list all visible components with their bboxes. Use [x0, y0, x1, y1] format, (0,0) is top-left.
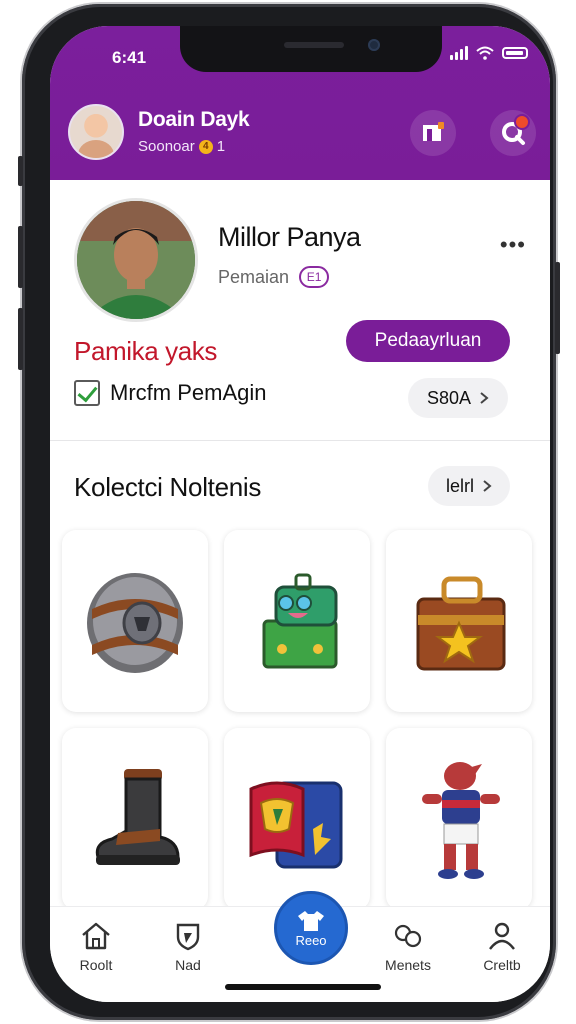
tab-home-label: Roolt [79, 957, 113, 973]
highlight-title: Pamika yaks [74, 336, 217, 366]
see-all-button[interactable]: lelrl [428, 466, 510, 506]
tab-profile[interactable]: Creltb [462, 921, 542, 973]
collection-item-card[interactable] [386, 728, 532, 910]
front-camera [368, 39, 380, 51]
metal-shield-icon [87, 573, 183, 673]
star-chest-icon [416, 576, 506, 671]
home-icon [82, 922, 110, 950]
player-portrait [77, 201, 195, 319]
tab-center-label: Reeo [295, 932, 327, 948]
side-pill-button[interactable]: S80A [408, 378, 508, 418]
signal-icon [450, 46, 468, 60]
tab-badge-label: Nad [175, 957, 201, 973]
chat-icon [394, 924, 422, 948]
tab-center-fab[interactable]: Reeo [274, 891, 348, 965]
checkbox-label: Mrcfm PemAgin [110, 380, 267, 405]
collection-title: Kolectci Noltenis [74, 472, 262, 502]
boot-icon [95, 769, 180, 865]
notification-dot [514, 114, 530, 130]
header-user-sub: Soonoar 4 1 [138, 138, 225, 155]
tab-messages-label: Menets [385, 957, 431, 973]
tab-messages[interactable]: Menets [368, 921, 448, 973]
search-button[interactable] [490, 110, 536, 156]
flag-icon [423, 122, 444, 141]
jersey-pack-icon [249, 781, 343, 869]
collection-item-card[interactable] [386, 530, 532, 712]
tab-home[interactable]: Roolt [56, 921, 136, 973]
collection-item-card[interactable] [224, 728, 370, 910]
profile-icon [489, 922, 515, 950]
chevron-right-icon [480, 392, 489, 404]
wifi-icon [476, 46, 494, 60]
side-pill-label: S80A [426, 387, 472, 408]
role-badge: E1 [299, 266, 330, 288]
power-button [555, 262, 560, 354]
robot-box-icon [262, 573, 338, 669]
shirt-icon [298, 910, 324, 931]
volume-down-button [18, 308, 23, 370]
battery-icon [502, 47, 528, 59]
app-header: 6:41 Doain Dayk Soonoar 4 1 [50, 26, 550, 180]
checkbox[interactable] [74, 380, 100, 406]
status-icons [450, 46, 528, 60]
primary-action-button[interactable]: Pedaayrluan [346, 320, 510, 362]
profile-role: Pemaian E1 [218, 266, 330, 288]
mascot-player-icon [422, 762, 500, 879]
mute-switch [18, 156, 23, 186]
tab-badge[interactable]: Nad [148, 921, 228, 973]
header-user-sub-label: Soonoar [138, 138, 195, 155]
tab-profile-label: Creltb [483, 957, 521, 973]
more-options-button[interactable]: ••• [500, 232, 526, 258]
coin-icon: 4 [198, 139, 213, 154]
checkbox-row[interactable]: Mrcfm PemAgin [74, 380, 266, 406]
user-avatar[interactable] [68, 104, 124, 160]
flag-button[interactable] [410, 110, 456, 156]
notch [180, 26, 442, 72]
speaker [284, 42, 344, 48]
home-indicator [225, 984, 381, 990]
collection-item-card[interactable] [224, 530, 370, 712]
coin-count: 1 [216, 138, 226, 155]
status-time: 6:41 [112, 48, 147, 67]
badge-icon [176, 923, 200, 951]
chevron-right-icon [483, 480, 492, 492]
divider [50, 440, 550, 441]
collection-item-card[interactable] [62, 530, 208, 712]
collection-item-card[interactable] [62, 728, 208, 910]
profile-name: Millor Panya [218, 222, 361, 252]
phone-frame: 6:41 Doain Dayk Soonoar 4 1 Millor Panya… [18, 4, 560, 1020]
screen: 6:41 Doain Dayk Soonoar 4 1 Millor Panya… [50, 26, 550, 1002]
profile-role-label: Pemaian [218, 266, 290, 287]
volume-up-button [18, 226, 23, 288]
see-all-label: lelrl [445, 475, 474, 496]
header-user-name: Doain Dayk [138, 108, 250, 131]
profile-photo[interactable] [74, 198, 198, 322]
